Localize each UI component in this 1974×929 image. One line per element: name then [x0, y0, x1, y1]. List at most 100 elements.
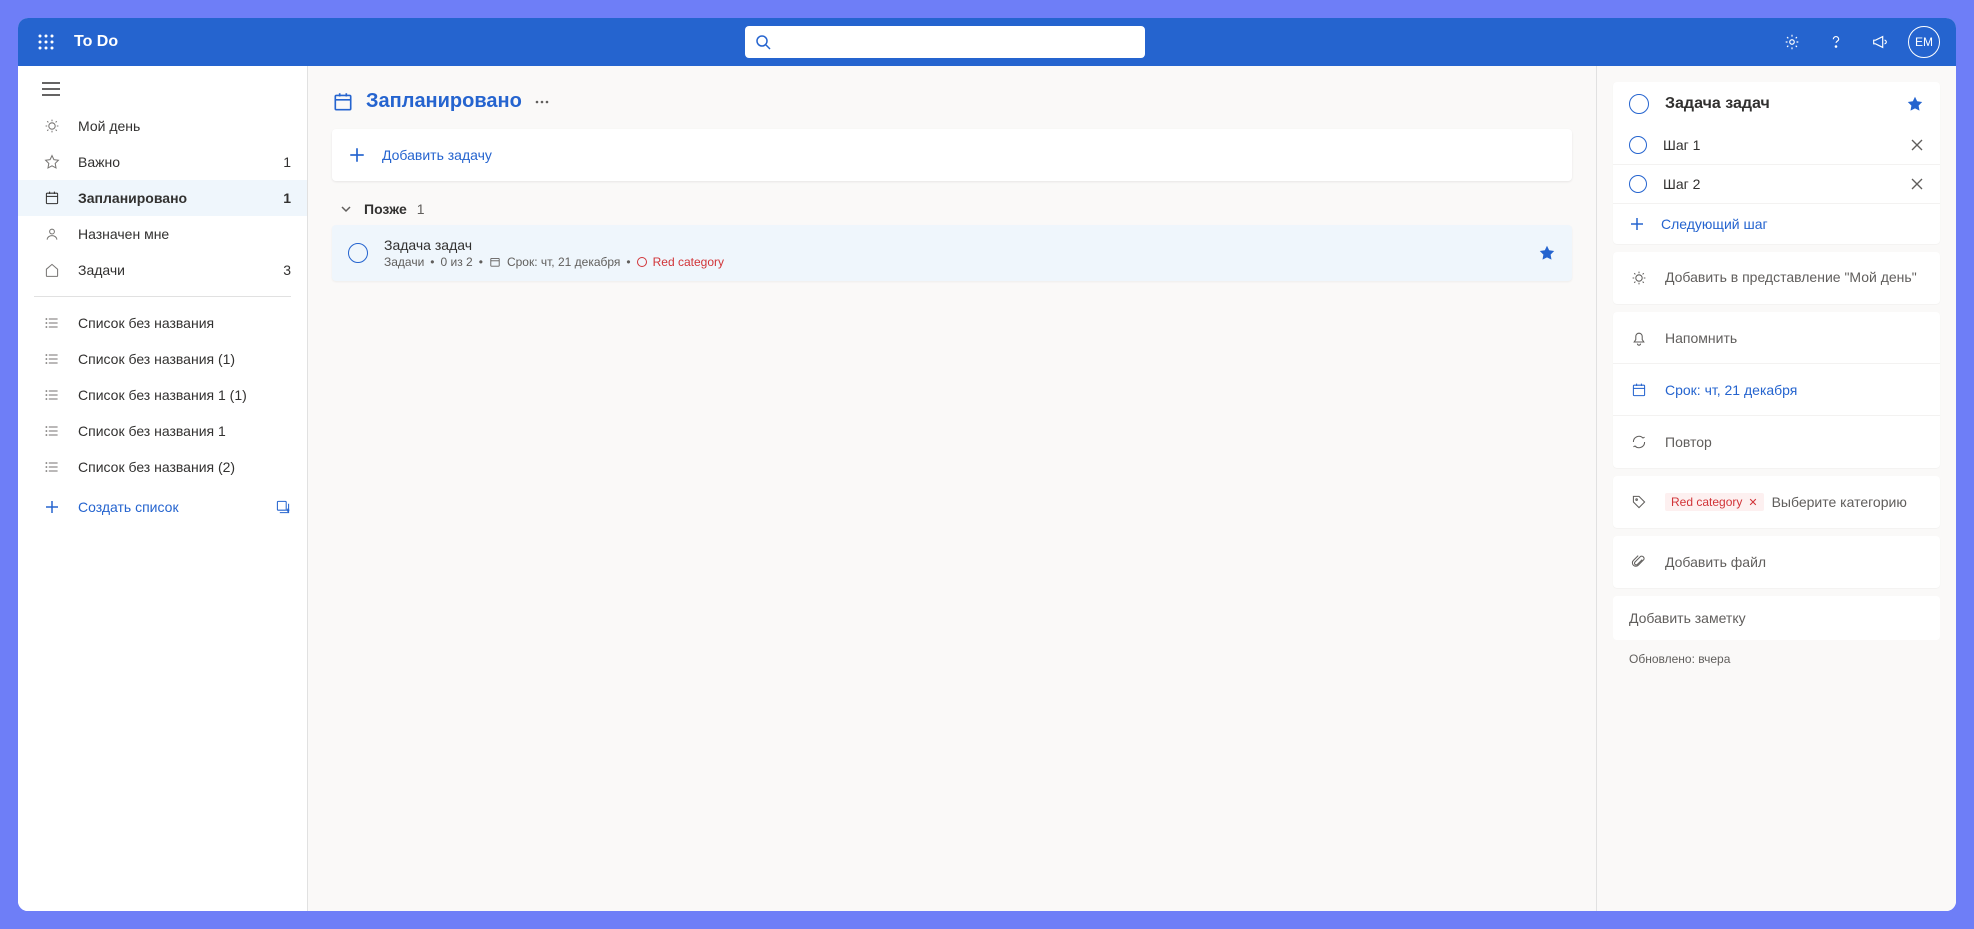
list-icon — [42, 421, 62, 441]
sidebar-item-label: Список без названия 1 — [78, 423, 291, 439]
step-row[interactable]: Шаг 1 — [1613, 126, 1940, 165]
category-chip[interactable]: Red category ✕ — [1665, 493, 1764, 511]
add-file-button[interactable]: Добавить файл — [1613, 536, 1940, 588]
due-date-label: Срок: чт, 21 декабря — [1665, 382, 1797, 398]
detail-panel: Задача задач Шаг 1 Шаг 2 Следующий шаг — [1596, 66, 1956, 911]
custom-lists: Список без названия Список без названия … — [18, 305, 307, 485]
complete-checkbox[interactable] — [1629, 94, 1649, 114]
list-title: Запланировано — [366, 90, 522, 113]
top-bar: To Do EM — [18, 18, 1956, 66]
app-launcher-button[interactable] — [26, 22, 66, 62]
category-chip-label: Red category — [1671, 495, 1742, 509]
group-count: 1 — [417, 201, 425, 217]
gear-icon — [1783, 33, 1801, 51]
task-due: Срок: чт, 21 декабря — [507, 255, 620, 269]
add-note-input[interactable]: Добавить заметку — [1613, 596, 1940, 640]
repeat-button[interactable]: Повтор — [1613, 416, 1940, 468]
updated-label: Обновлено: вчера — [1613, 648, 1940, 666]
create-group-button[interactable] — [275, 499, 291, 515]
sidebar-item-label: Список без названия (1) — [78, 351, 291, 367]
star-button[interactable] — [1538, 244, 1556, 262]
chevron-down-icon — [340, 203, 352, 215]
home-icon — [42, 260, 62, 280]
add-step-button[interactable]: Следующий шаг — [1613, 204, 1940, 244]
group-header-later[interactable]: Позже 1 — [332, 193, 1572, 225]
star-icon — [42, 152, 62, 172]
step-row[interactable]: Шаг 2 — [1613, 165, 1940, 204]
calendar-icon — [332, 91, 354, 113]
add-task-input[interactable]: Добавить задачу — [332, 129, 1572, 181]
more-icon — [534, 94, 550, 110]
create-list-label: Создать список — [78, 499, 179, 515]
step-label: Шаг 2 — [1663, 176, 1910, 192]
sun-icon — [1629, 270, 1649, 286]
group-add-icon — [275, 499, 291, 515]
sidebar-toggle[interactable] — [18, 82, 307, 108]
search-input[interactable] — [779, 34, 1135, 50]
sun-icon — [42, 116, 62, 136]
task-list-name: Задачи — [384, 255, 424, 269]
calendar-small-icon — [489, 256, 501, 268]
pick-category-button[interactable]: Red category ✕ Выберите категорию — [1613, 476, 1940, 528]
sidebar-item-assigned[interactable]: Назначен мне — [18, 216, 307, 252]
add-file-label: Добавить файл — [1665, 554, 1766, 570]
close-icon — [1910, 138, 1924, 152]
sidebar-list-item[interactable]: Список без названия 1 (1) — [18, 377, 307, 413]
sidebar-item-count: 3 — [283, 262, 291, 278]
search-box[interactable] — [745, 26, 1145, 58]
plus-icon — [348, 146, 366, 164]
star-filled-icon — [1538, 244, 1556, 262]
sidebar-item-label: Мой день — [78, 118, 291, 134]
step-label: Шаг 1 — [1663, 137, 1910, 153]
megaphone-button[interactable] — [1860, 22, 1900, 62]
help-button[interactable] — [1816, 22, 1856, 62]
add-to-my-day-button[interactable]: Добавить в представление "Мой день" — [1613, 252, 1940, 304]
sidebar-item-label: Задачи — [78, 262, 283, 278]
close-icon — [1910, 177, 1924, 191]
sidebar-item-label: Запланировано — [78, 190, 283, 206]
person-icon — [42, 224, 62, 244]
plus-icon — [1629, 216, 1645, 232]
delete-step-button[interactable] — [1910, 138, 1924, 152]
remove-category-button[interactable]: ✕ — [1748, 496, 1757, 509]
sidebar-item-label: Список без названия 1 (1) — [78, 387, 291, 403]
sidebar: Мой день Важно 1 Запланировано 1 Назначе… — [18, 66, 308, 911]
delete-step-button[interactable] — [1910, 177, 1924, 191]
step-checkbox[interactable] — [1629, 136, 1647, 154]
due-date-button[interactable]: Срок: чт, 21 декабря — [1613, 364, 1940, 416]
complete-checkbox[interactable] — [348, 243, 368, 263]
task-category: Red category — [653, 255, 724, 269]
sidebar-item-label: Важно — [78, 154, 283, 170]
sidebar-list-item[interactable]: Список без названия (2) — [18, 449, 307, 485]
detail-title-row: Задача задач — [1613, 82, 1940, 126]
remind-label: Напомнить — [1665, 330, 1737, 346]
app-title: To Do — [74, 33, 118, 51]
sidebar-item-tasks[interactable]: Задачи 3 — [18, 252, 307, 288]
detail-task-title[interactable]: Задача задач — [1665, 95, 1906, 113]
divider — [34, 296, 291, 297]
create-list-button[interactable]: Создать список — [18, 485, 307, 529]
list-options-button[interactable] — [534, 94, 550, 110]
sidebar-list-item[interactable]: Список без названия (1) — [18, 341, 307, 377]
star-button[interactable] — [1906, 95, 1924, 113]
calendar-icon — [1629, 382, 1649, 398]
list-header: Запланировано — [332, 90, 1572, 113]
plus-icon — [42, 499, 62, 515]
help-icon — [1827, 33, 1845, 51]
user-avatar[interactable]: EM — [1908, 26, 1940, 58]
settings-button[interactable] — [1772, 22, 1812, 62]
add-task-placeholder: Добавить задачу — [382, 147, 492, 163]
group-label: Позже — [364, 201, 407, 217]
sidebar-list-item[interactable]: Список без названия — [18, 305, 307, 341]
sidebar-item-planned[interactable]: Запланировано 1 — [18, 180, 307, 216]
remind-button[interactable]: Напомнить — [1613, 312, 1940, 364]
sidebar-item-my-day[interactable]: Мой день — [18, 108, 307, 144]
step-checkbox[interactable] — [1629, 175, 1647, 193]
sidebar-list-item[interactable]: Список без названия 1 — [18, 413, 307, 449]
add-note-placeholder: Добавить заметку — [1629, 610, 1746, 626]
sidebar-item-important[interactable]: Важно 1 — [18, 144, 307, 180]
task-row[interactable]: Задача задач Задачи • 0 из 2 • Срок: чт,… — [332, 225, 1572, 281]
pick-category-label: Выберите категорию — [1772, 494, 1907, 510]
search-icon — [755, 34, 771, 50]
sidebar-item-count: 1 — [283, 154, 291, 170]
